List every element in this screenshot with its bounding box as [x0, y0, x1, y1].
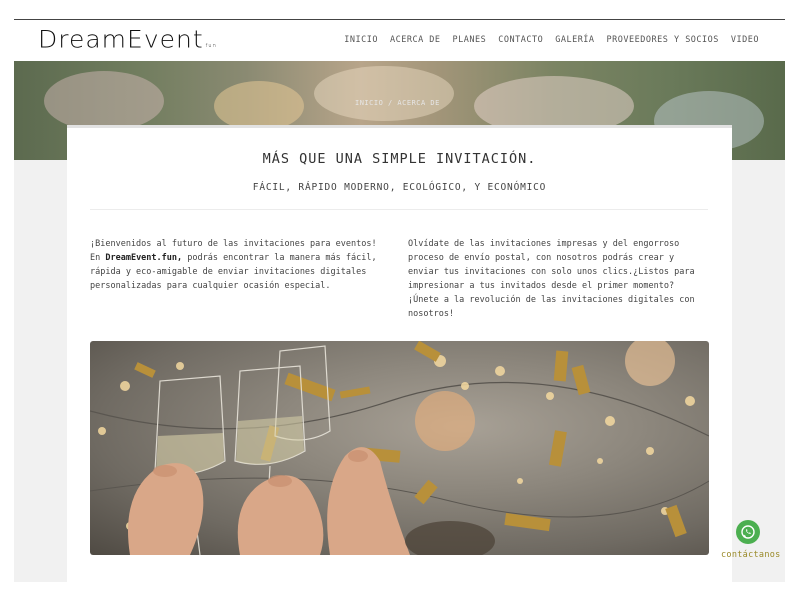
breadcrumb: INICIO / ACERCA DE	[355, 99, 440, 107]
logo-wordmark: DreamEvent	[38, 25, 204, 54]
whatsapp-icon[interactable]	[736, 520, 760, 544]
page-frame: DreamEvent fun INICIO ACERCA DE PLANES C…	[14, 19, 785, 582]
content-card: MÁS QUE UNA SIMPLE INVITACIÓN. FÁCIL, RÁ…	[67, 125, 732, 582]
divider	[90, 209, 708, 210]
main-nav: INICIO ACERCA DE PLANES CONTACTO GALERÍA…	[344, 35, 759, 45]
intro-paragraph-left: ¡Bienvenidos al futuro de las invitacion…	[90, 237, 390, 293]
nav-contacto[interactable]: CONTACTO	[498, 35, 543, 45]
brand-logo[interactable]: DreamEvent fun	[38, 25, 217, 54]
nav-galeria[interactable]: GALERÍA	[555, 35, 594, 45]
page-title: MÁS QUE UNA SIMPLE INVITACIÓN.	[262, 151, 537, 167]
intro-paragraph-right: Olvídate de las invitaciones impresas y …	[408, 239, 695, 319]
celebration-toast-photo	[90, 341, 709, 555]
nav-inicio[interactable]: INICIO	[344, 35, 378, 45]
nav-video[interactable]: VIDEO	[731, 35, 759, 45]
logo-suffix: fun	[205, 43, 217, 49]
nav-planes[interactable]: PLANES	[453, 35, 487, 45]
brand-mention: DreamEvent.fun,	[105, 253, 183, 263]
nav-proveedores-y-socios[interactable]: PROVEEDORES Y SOCIOS	[607, 35, 719, 45]
whatsapp-button[interactable]	[724, 520, 772, 544]
whatsapp-label[interactable]: contáctanos	[721, 550, 781, 560]
site-header: DreamEvent fun INICIO ACERCA DE PLANES C…	[14, 20, 785, 61]
nav-acerca-de[interactable]: ACERCA DE	[390, 35, 441, 45]
page-subtitle: FÁCIL, RÁPIDO MODERNO, ECOLÓGICO, Y ECON…	[252, 182, 547, 193]
